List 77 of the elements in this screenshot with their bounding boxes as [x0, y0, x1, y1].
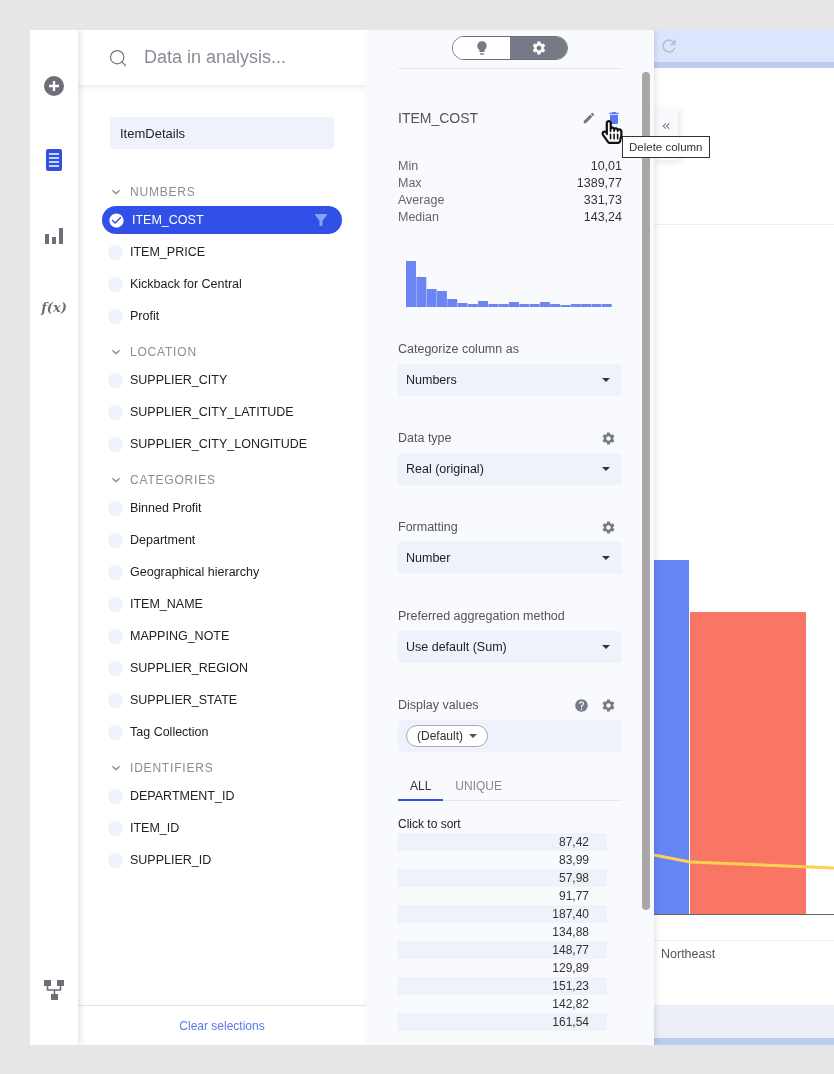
value-cell-text: 142,82: [551, 996, 590, 1013]
search-icon: [108, 47, 128, 68]
stat-value: 1389,77: [576, 176, 622, 192]
value-cell: 161,54: [398, 1013, 607, 1031]
value-chip[interactable]: (Default): [406, 725, 488, 747]
column-item[interactable]: ITEM_ID: [102, 814, 342, 842]
lightbulb-button[interactable]: [453, 37, 510, 59]
column-item[interactable]: ITEM_NAME: [102, 590, 342, 618]
sort-hint: Click to sort: [398, 817, 462, 833]
column-item[interactable]: Profit: [102, 302, 342, 330]
field-label: Data type: [398, 431, 453, 445]
dropdown[interactable]: Use default (Sum): [398, 631, 622, 663]
double-chevron-icon: [660, 120, 672, 132]
stat-value: 10,01: [590, 159, 622, 175]
field-label: Formatting: [398, 520, 459, 534]
stat-label: Average: [398, 193, 445, 209]
value-cell: 87,42: [398, 833, 607, 851]
column-title: ITEM_COST: [398, 110, 480, 126]
clear-selections-link[interactable]: Clear selections: [179, 1018, 265, 1033]
table-selector[interactable]: ItemDetails: [110, 117, 334, 149]
value-cell-text: 134,88: [551, 924, 590, 941]
column-item[interactable]: Department: [102, 526, 342, 554]
stat-label: Min: [398, 159, 419, 175]
stat-value: 331,73: [583, 193, 622, 209]
tooltip: Delete column: [622, 136, 710, 158]
value-cell-text: 91,77: [557, 888, 590, 905]
settings-icon[interactable]: [601, 519, 616, 535]
add-icon[interactable]: [42, 75, 66, 97]
check-icon: [108, 211, 125, 229]
column-item[interactable]: SUPPLIER_STATE: [102, 686, 342, 714]
hierarchy-icon[interactable]: [42, 979, 66, 1001]
column-item[interactable]: SUPPLIER_CITY_LATITUDE: [102, 398, 342, 426]
column-item[interactable]: Tag Collection: [102, 718, 342, 746]
column-item[interactable]: MAPPING_NOTE: [102, 622, 342, 650]
settings-icon[interactable]: [601, 697, 616, 713]
column-item[interactable]: ITEM_PRICE: [102, 238, 342, 266]
value-cell: 148,77: [398, 941, 607, 959]
value-cell-text: 83,99: [557, 852, 590, 869]
caret-icon: [602, 645, 610, 649]
edit-icon[interactable]: [582, 111, 596, 125]
field-label: Categorize column as: [398, 342, 520, 356]
tab[interactable]: ALL: [398, 773, 444, 801]
caret-icon: [602, 556, 610, 560]
caret-icon: [602, 467, 610, 471]
column-item[interactable]: Geographical hierarchy: [102, 558, 342, 586]
caret-icon: [469, 734, 477, 738]
settings-button[interactable]: [510, 37, 567, 59]
value-cell: 57,98: [398, 869, 607, 887]
dropdown[interactable]: Numbers: [398, 364, 622, 396]
stat-value: 143,24: [583, 210, 622, 226]
column-item[interactable]: SUPPLIER_CITY: [102, 366, 342, 394]
column-item[interactable]: DEPARTMENT_ID: [102, 782, 342, 810]
stat-label: Median: [398, 210, 439, 226]
function-button[interactable]: f(x): [42, 296, 66, 318]
filter-icon[interactable]: [312, 211, 330, 229]
column-item[interactable]: ITEM_COST: [102, 206, 342, 234]
value-cell: 187,40: [398, 905, 607, 923]
column-item[interactable]: Binned Profit: [102, 494, 342, 522]
help-icon[interactable]: [574, 697, 589, 713]
column-item[interactable]: SUPPLIER_CITY_LONGITUDE: [102, 430, 342, 458]
value-cell: 151,23: [398, 977, 607, 995]
value-cell-text: 129,89: [551, 960, 590, 977]
stat-label: Max: [398, 176, 422, 192]
column-item[interactable]: SUPPLIER_ID: [102, 846, 342, 874]
search-field[interactable]: Data in analysis...: [142, 46, 342, 69]
dropdown[interactable]: Number: [398, 542, 622, 574]
field-label: Preferred aggregation method: [398, 609, 566, 623]
group-header[interactable]: LOCATION: [108, 342, 197, 362]
dropdown[interactable]: Real (original): [398, 453, 622, 485]
gear-icon: [530, 40, 547, 56]
column-item[interactable]: Kickback for Central: [102, 270, 342, 298]
axis-label: Northeast: [660, 947, 717, 963]
settings-icon[interactable]: [601, 430, 616, 446]
caret-icon: [602, 378, 610, 382]
hand-cursor-icon: [600, 120, 624, 144]
field-label: Display values: [398, 698, 480, 712]
column-item[interactable]: SUPPLIER_REGION: [102, 654, 342, 682]
